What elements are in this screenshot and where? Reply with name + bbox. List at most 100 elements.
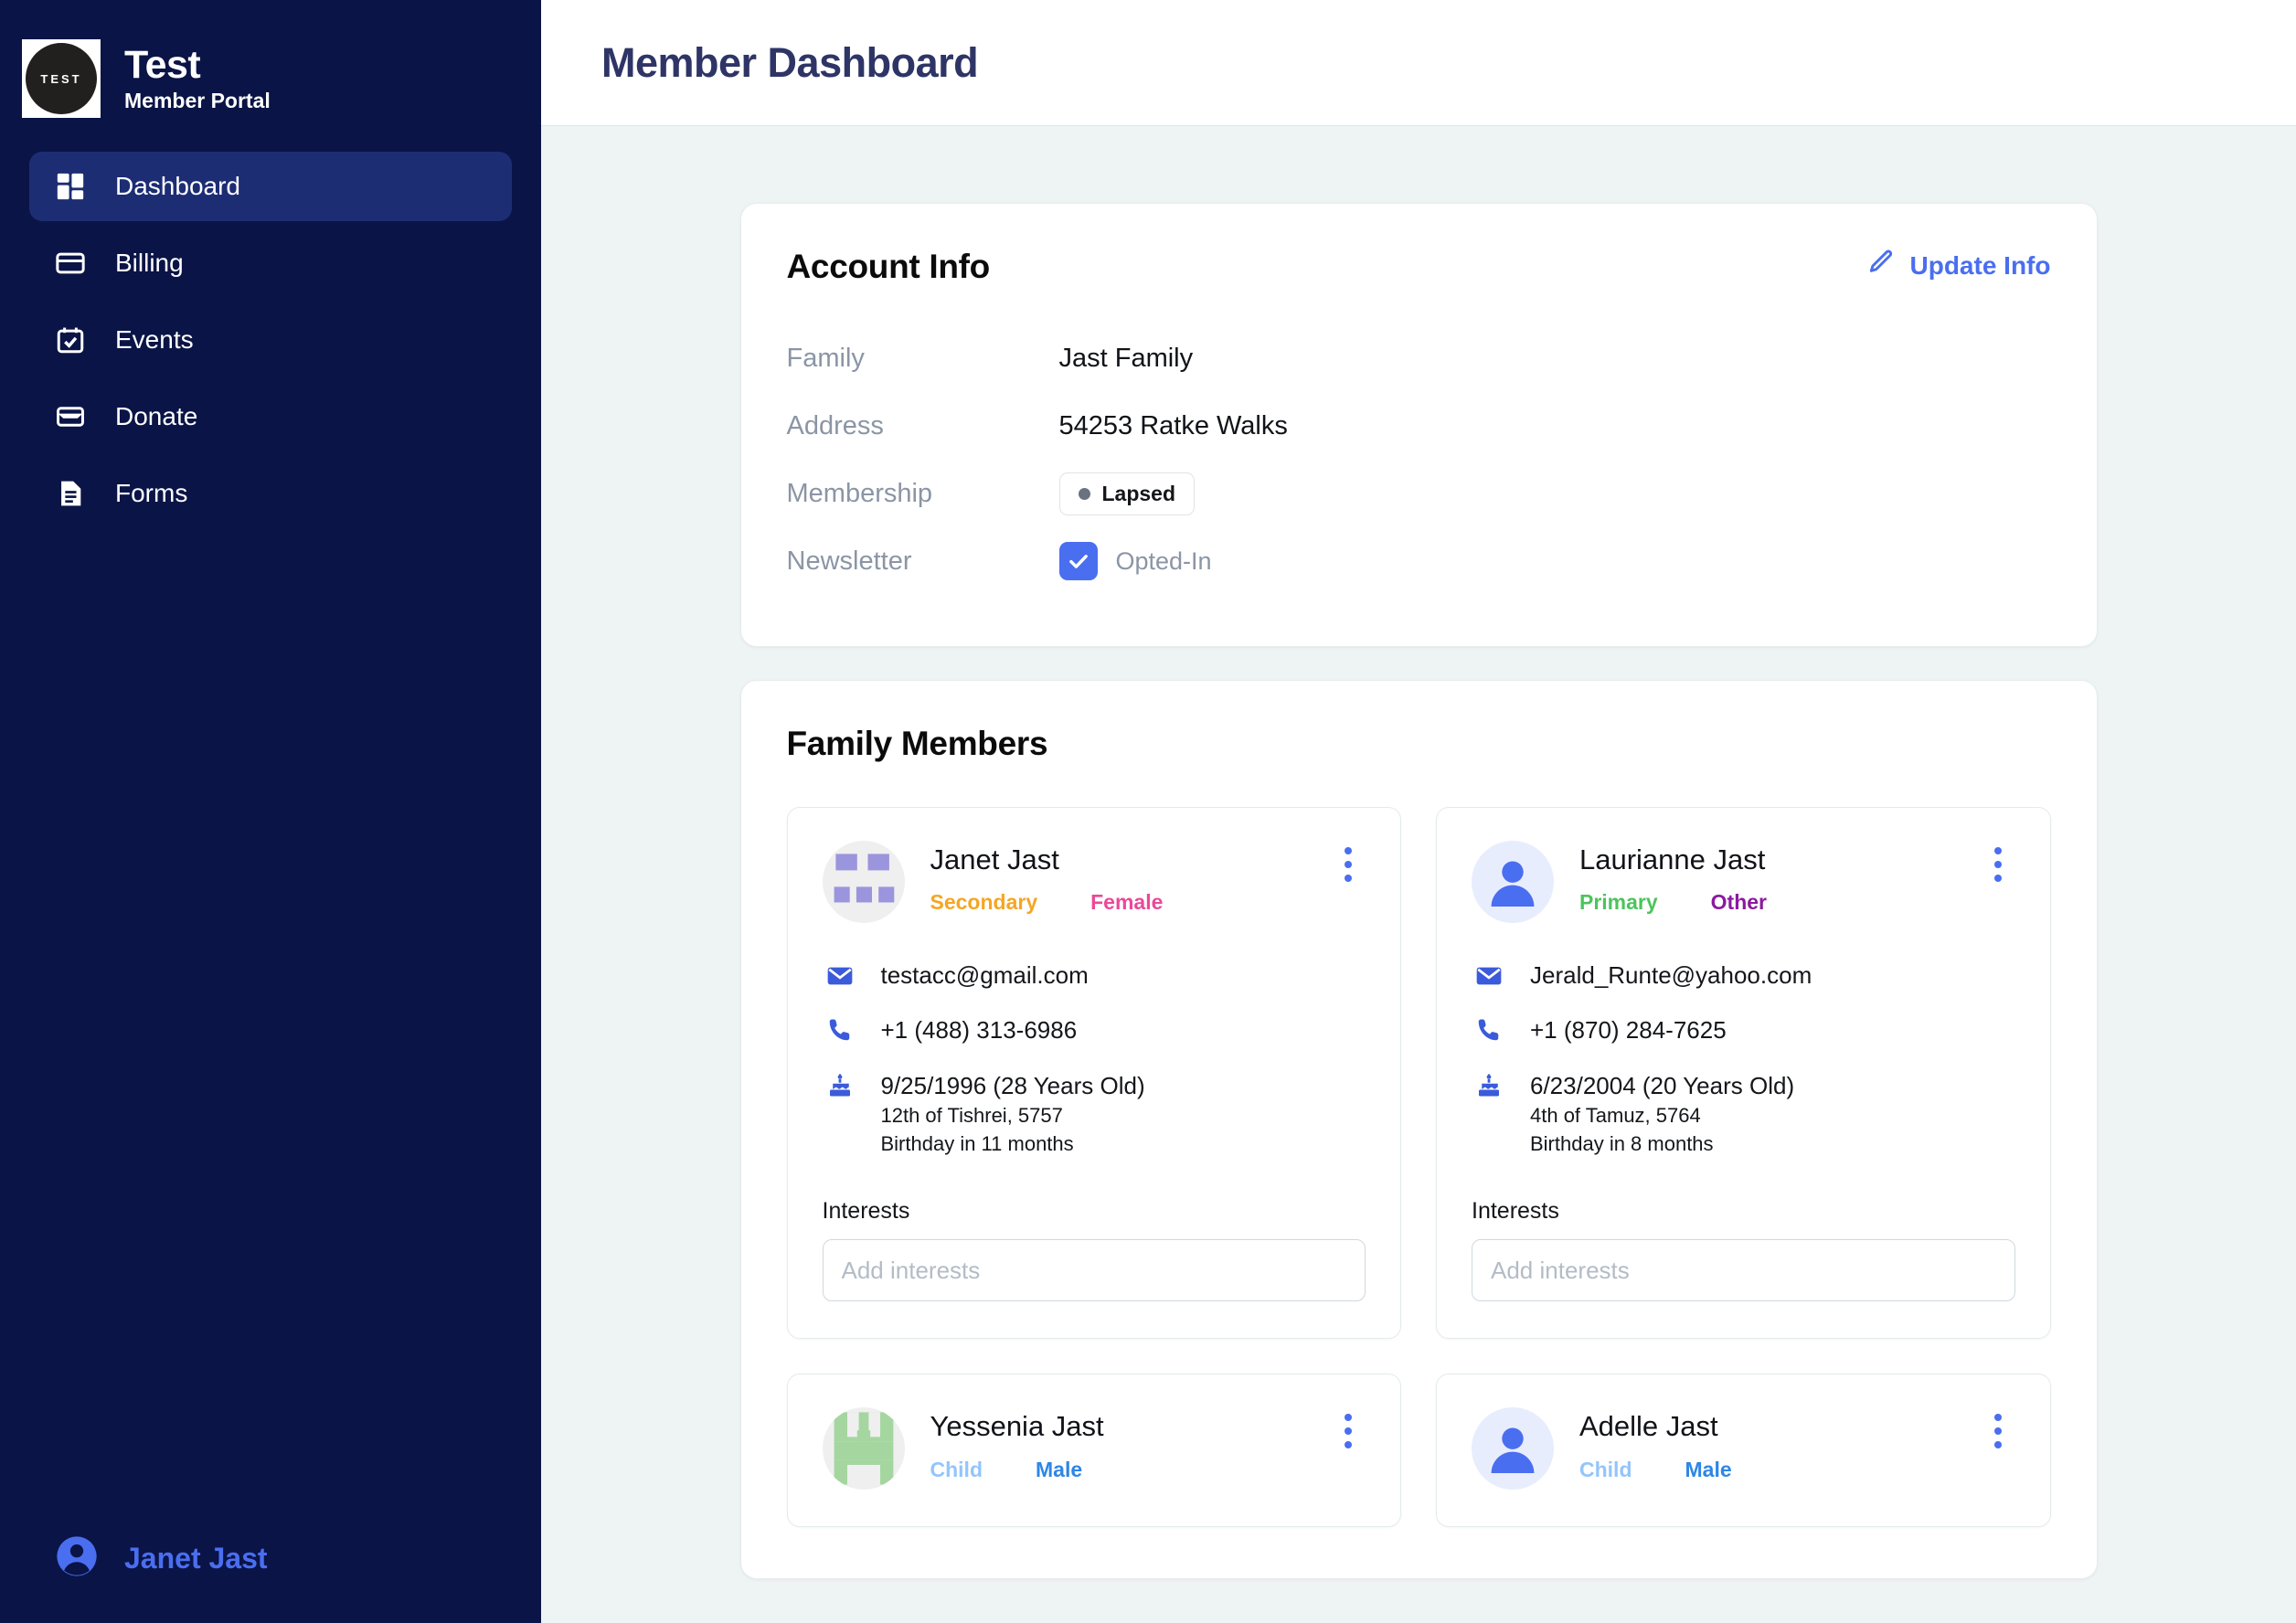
member-card-header: Adelle Jast Child Male bbox=[1472, 1407, 2015, 1490]
member-name: Laurianne Jast bbox=[1579, 843, 1766, 875]
pencil-icon bbox=[1866, 248, 1896, 283]
avatar bbox=[822, 1407, 905, 1490]
brand-title: Test bbox=[124, 42, 201, 87]
newsletter-checkbox[interactable] bbox=[1058, 542, 1098, 580]
account-info-header: Account Info Update Info bbox=[787, 248, 2051, 286]
interests-label: Interests bbox=[822, 1198, 910, 1225]
sidebar-item-billing[interactable]: Billing bbox=[29, 228, 512, 298]
interests-input[interactable] bbox=[1472, 1239, 2015, 1302]
brand-logo: TEST bbox=[22, 39, 101, 118]
member-identity: Laurianne Jast Primary Other bbox=[1579, 841, 1955, 915]
dot-icon bbox=[1345, 861, 1352, 868]
dot-icon bbox=[1993, 875, 2002, 882]
phone-icon bbox=[1472, 1014, 1506, 1044]
member-birthday-row: 6/23/2004 (20 Years Old) 4th of Tamuz, 5… bbox=[1472, 1070, 2015, 1159]
member-card-header: Yessenia Jast Child Male bbox=[822, 1407, 1366, 1490]
avatar bbox=[822, 841, 905, 923]
person-avatar-icon bbox=[1491, 861, 1535, 907]
dot-icon bbox=[1993, 861, 2002, 868]
identicon-avatar-icon bbox=[834, 1412, 893, 1489]
interests-input[interactable] bbox=[822, 1239, 1366, 1302]
member-identity: Janet Jast Secondary Female bbox=[930, 841, 1306, 915]
member-role-badge: Child bbox=[1579, 1457, 1632, 1481]
sidebar-item-donate[interactable]: Donate bbox=[29, 382, 512, 451]
dot-icon bbox=[1345, 875, 1352, 882]
member-phone: +1 (870) 284-7625 bbox=[1530, 1016, 1727, 1045]
interests-section: Interests bbox=[822, 1198, 1366, 1302]
info-row-address: Address 54253 Ratke Walks bbox=[787, 392, 2051, 460]
member-options-menu-button[interactable] bbox=[1331, 841, 1366, 885]
sidebar-item-dashboard[interactable]: Dashboard bbox=[29, 152, 512, 221]
member-card-header: Laurianne Jast Primary Other bbox=[1472, 841, 2015, 923]
brand-subtitle: Member Portal bbox=[124, 88, 271, 112]
logo-text: TEST bbox=[40, 71, 82, 86]
user-circle-icon bbox=[53, 1533, 101, 1585]
sidebar-item-events[interactable]: Events bbox=[29, 305, 512, 375]
member-card: Yessenia Jast Child Male bbox=[786, 1374, 1401, 1528]
member-gender-badge: Other bbox=[1710, 890, 1768, 915]
member-options-menu-button[interactable] bbox=[1981, 841, 2015, 885]
document-icon bbox=[53, 476, 88, 511]
sidebar-user-profile[interactable]: Janet Jast bbox=[0, 1533, 541, 1585]
top-bar: Member Dashboard bbox=[541, 0, 2296, 126]
interests-section: Interests bbox=[1472, 1198, 2015, 1302]
app-root: TEST Test Member Portal Dashboard Billin… bbox=[0, 0, 2296, 1623]
member-birthday: 9/25/1996 (28 Years Old) bbox=[880, 1071, 1145, 1099]
phone-icon bbox=[823, 1014, 857, 1044]
member-phone-row: +1 (870) 284-7625 bbox=[1472, 1014, 2015, 1045]
member-birthday: 6/23/2004 (20 Years Old) bbox=[1530, 1071, 1795, 1099]
sidebar-item-label: Forms bbox=[115, 479, 188, 507]
main-area: Member Dashboard Account Info Update Inf… bbox=[541, 0, 2296, 1623]
dot-icon bbox=[1345, 1441, 1352, 1449]
member-birthday-countdown: Birthday in 11 months bbox=[880, 1132, 1074, 1156]
avatar bbox=[1472, 1407, 1554, 1490]
member-badges: Primary Other bbox=[1579, 890, 1955, 915]
sidebar-user-name: Janet Jast bbox=[124, 1542, 268, 1575]
sidebar-item-label: Billing bbox=[115, 249, 184, 277]
sidebar-nav: Dashboard Billing Events Donate Forms bbox=[0, 152, 541, 528]
status-dot-icon bbox=[1078, 487, 1090, 500]
member-birthday-block: 6/23/2004 (20 Years Old) 4th of Tamuz, 5… bbox=[1530, 1070, 1794, 1159]
dashboard-icon bbox=[53, 169, 88, 204]
content-inner: Account Info Update Info Family Jast Fam… bbox=[739, 203, 2098, 1580]
info-row-membership: Membership Lapsed bbox=[787, 460, 2051, 527]
identicon-avatar-icon bbox=[834, 854, 894, 903]
info-value: 54253 Ratke Walks bbox=[1058, 410, 1288, 440]
member-card: Janet Jast Secondary Female testacc@gmai… bbox=[786, 807, 1401, 1340]
email-icon bbox=[823, 960, 857, 991]
newsletter-label: Opted-In bbox=[1115, 546, 1212, 575]
birthday-cake-icon bbox=[1472, 1070, 1506, 1099]
logo-circle: TEST bbox=[26, 43, 97, 114]
account-info-rows: Family Jast Family Address 54253 Ratke W… bbox=[787, 324, 2051, 595]
account-info-title: Account Info bbox=[786, 248, 991, 285]
check-icon bbox=[1068, 555, 1088, 568]
info-label: Newsletter bbox=[786, 546, 912, 576]
info-label: Family bbox=[786, 343, 865, 373]
member-options-menu-button[interactable] bbox=[1331, 1407, 1366, 1451]
member-gender-badge: Male bbox=[1036, 1457, 1083, 1481]
member-details: Jerald_Runte@yahoo.com +1 (870) 284-7625 bbox=[1472, 960, 2015, 1158]
family-members-card: Family Members Janet Jast Secondary Fema… bbox=[739, 680, 2098, 1580]
credit-card-icon bbox=[53, 246, 88, 281]
brand-text: Test Member Portal bbox=[124, 42, 271, 112]
content-scroll[interactable]: Account Info Update Info Family Jast Fam… bbox=[541, 126, 2296, 1623]
info-label: Membership bbox=[786, 478, 933, 508]
member-gender-badge: Male bbox=[1685, 1457, 1732, 1481]
membership-status-badge: Lapsed bbox=[1058, 472, 1196, 515]
member-hebrew-date: 4th of Tamuz, 5764 bbox=[1530, 1103, 1701, 1127]
member-options-menu-button[interactable] bbox=[1981, 1407, 2015, 1451]
member-email: Jerald_Runte@yahoo.com bbox=[1530, 961, 1812, 989]
brand: TEST Test Member Portal bbox=[0, 0, 541, 126]
account-info-card: Account Info Update Info Family Jast Fam… bbox=[739, 203, 2098, 647]
member-gender-badge: Female bbox=[1090, 890, 1164, 915]
info-row-newsletter: Newsletter Opted-In bbox=[787, 527, 2051, 595]
calendar-check-icon bbox=[53, 323, 88, 357]
info-label: Address bbox=[786, 410, 884, 440]
person-avatar-icon bbox=[1491, 1427, 1535, 1474]
member-role-badge: Child bbox=[930, 1457, 983, 1481]
member-phone-row: +1 (488) 313-6986 bbox=[823, 1014, 1366, 1045]
update-info-button[interactable]: Update Info bbox=[1866, 248, 2051, 283]
member-name: Adelle Jast bbox=[1579, 1410, 1718, 1443]
dot-icon bbox=[1345, 847, 1352, 854]
sidebar-item-forms[interactable]: Forms bbox=[29, 459, 512, 528]
